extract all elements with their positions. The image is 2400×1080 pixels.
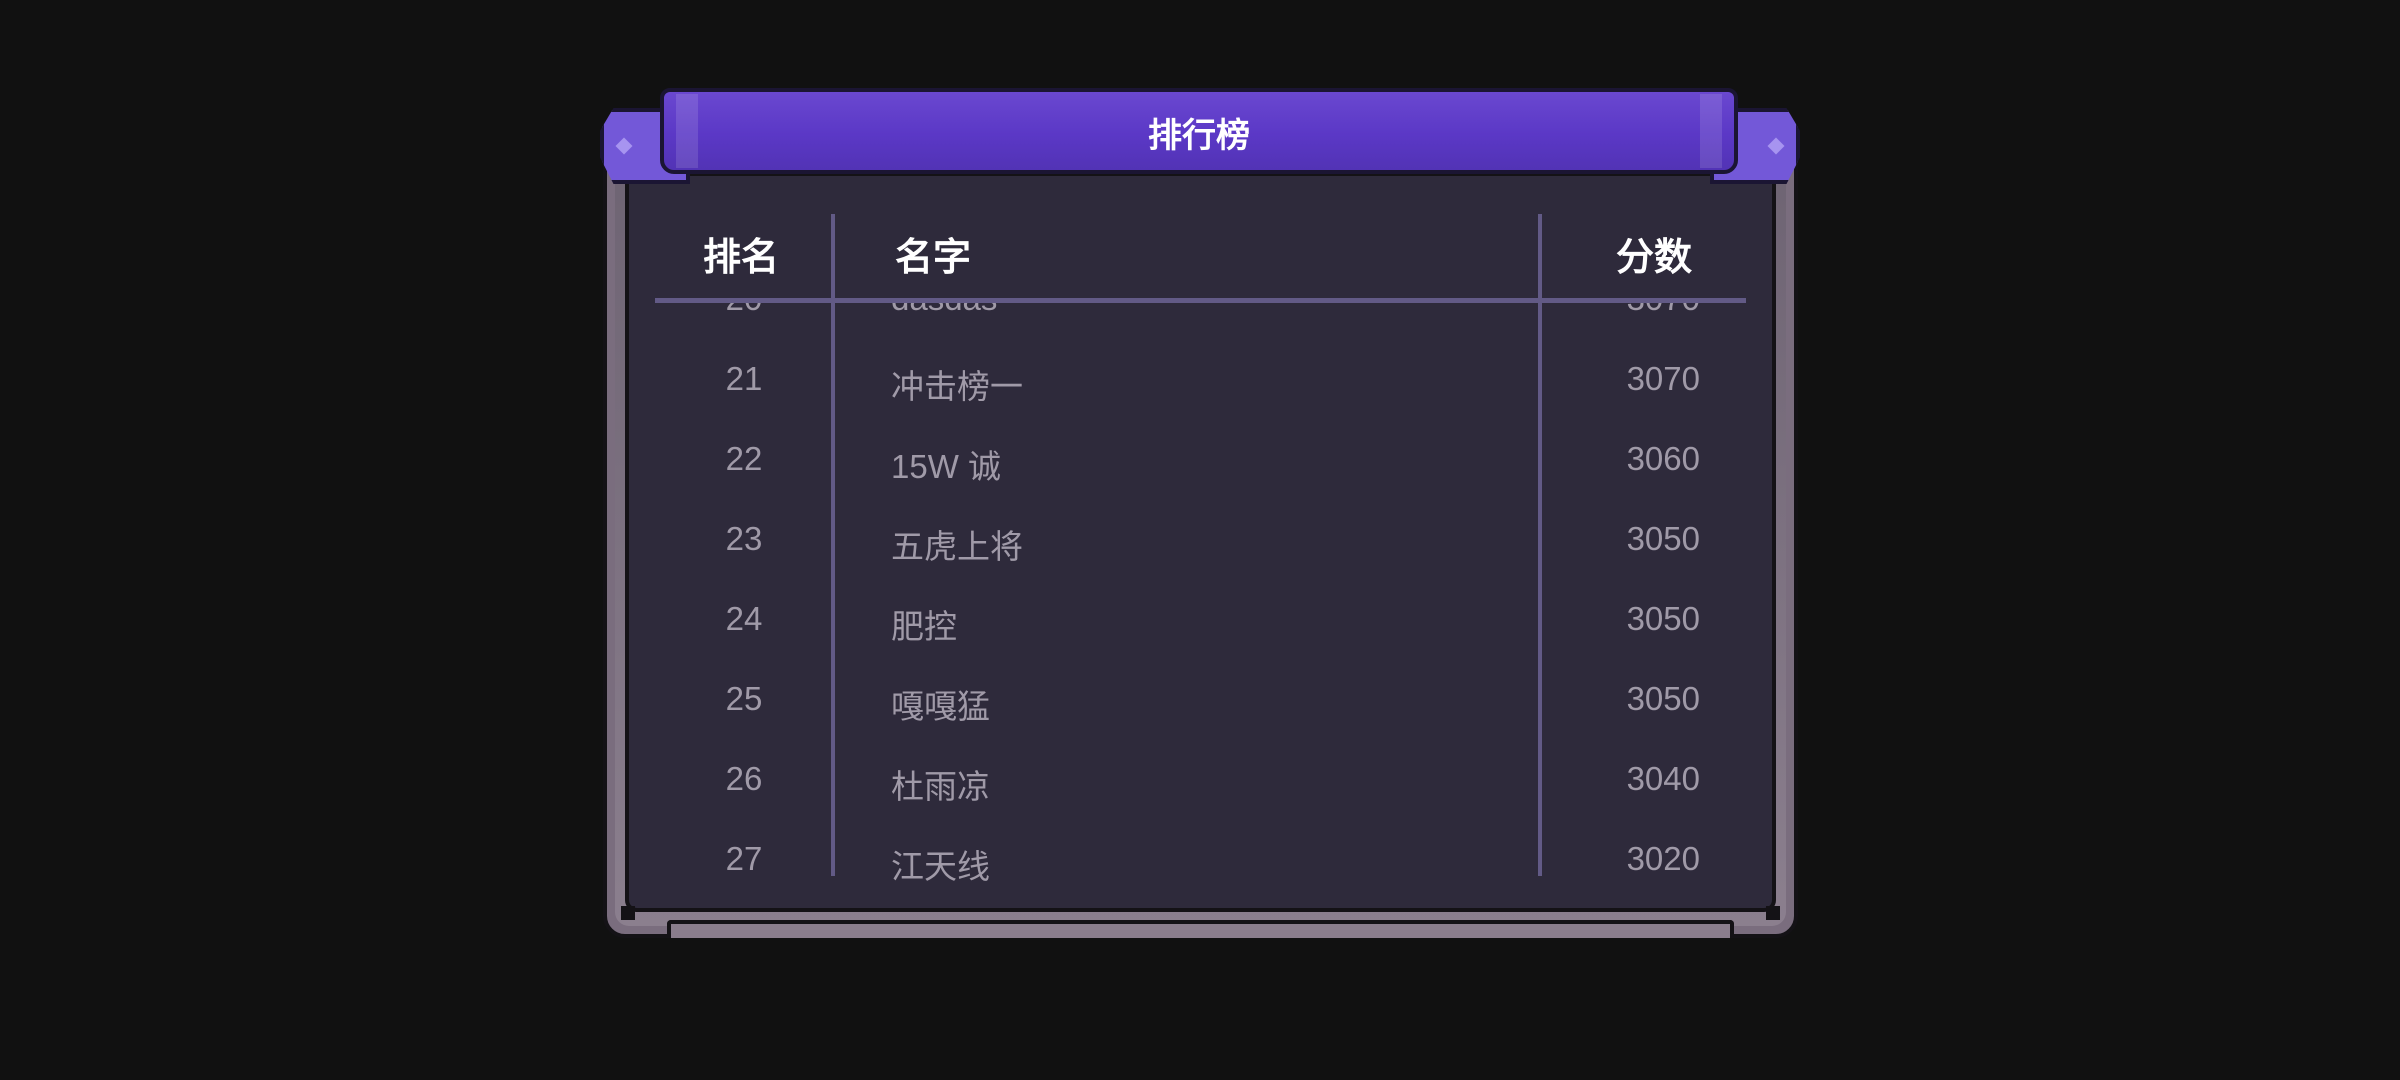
row-rank: 22 [725, 440, 763, 477]
table-row: 27 江天线 3020 [629, 820, 1772, 900]
row-rank: 25 [725, 680, 763, 717]
table-row: 26 杜雨凉 3040 [629, 740, 1772, 820]
row-score: 3050 [1626, 680, 1700, 717]
row-rank: 26 [725, 760, 763, 797]
table-row: 25 嘎嘎猛 3050 [629, 660, 1772, 740]
column-divider-name-score [1538, 214, 1542, 876]
row-score: 3020 [1626, 840, 1700, 877]
leaderboard-table: 排名 名字 分数 20 dasdas 3070 21 冲击榜一 3070 22 [625, 172, 1776, 912]
column-divider-rank-name [831, 214, 835, 876]
diamond-icon [1767, 137, 1785, 155]
row-score: 3050 [1626, 600, 1700, 637]
leaderboard-scroll-list[interactable]: 20 dasdas 3070 21 冲击榜一 3070 22 15W 诚 306… [629, 303, 1772, 908]
row-score: 3070 [1550, 303, 1700, 318]
column-header-score: 分数 [1615, 237, 1692, 279]
table-row: 23 五虎上将 3050 [629, 500, 1772, 580]
leaderboard-panel: 排名 名字 分数 20 dasdas 3070 21 冲击榜一 3070 22 [603, 130, 1798, 938]
row-rank: 21 [725, 360, 763, 397]
row-score: 3070 [1626, 360, 1700, 397]
row-rank: 23 [725, 520, 763, 557]
table-row: 24 肥控 3050 [629, 580, 1772, 660]
diamond-icon [615, 137, 633, 155]
game-screen: 排名 名字 分数 20 dasdas 3070 21 冲击榜一 3070 22 [0, 0, 2400, 1080]
row-name: 嘎嘎猛 [891, 688, 990, 725]
row-name: 肥控 [891, 608, 957, 645]
table-row: 21 冲击榜一 3070 [629, 340, 1772, 420]
row-name: 五虎上将 [891, 528, 1023, 565]
corner-rivet-left [621, 906, 635, 920]
table-row: 20 dasdas 3070 [629, 303, 1772, 340]
table-row: 22 15W 诚 3060 [629, 420, 1772, 500]
corner-rivet-right [1766, 906, 1780, 920]
column-header-rank: 排名 [703, 237, 780, 279]
row-name: 江天线 [891, 848, 990, 885]
row-name: dasdas [891, 303, 997, 318]
panel-bottom-lip [667, 920, 1734, 938]
row-rank: 27 [725, 840, 763, 877]
row-rank: 20 [689, 303, 799, 318]
table-header: 排名 名字 分数 [629, 176, 1772, 294]
row-rank: 24 [725, 600, 763, 637]
title-ribbon: 排行榜 [660, 88, 1738, 174]
row-name: 15W 诚 [891, 448, 1002, 485]
row-score: 3050 [1626, 520, 1700, 557]
row-name: 冲击榜一 [891, 368, 1023, 405]
column-header-name: 名字 [895, 237, 972, 279]
row-score: 3060 [1626, 440, 1700, 477]
leaderboard-title: 排行榜 [1148, 117, 1250, 155]
row-name: 杜雨凉 [891, 768, 990, 805]
row-score: 3040 [1626, 760, 1700, 797]
